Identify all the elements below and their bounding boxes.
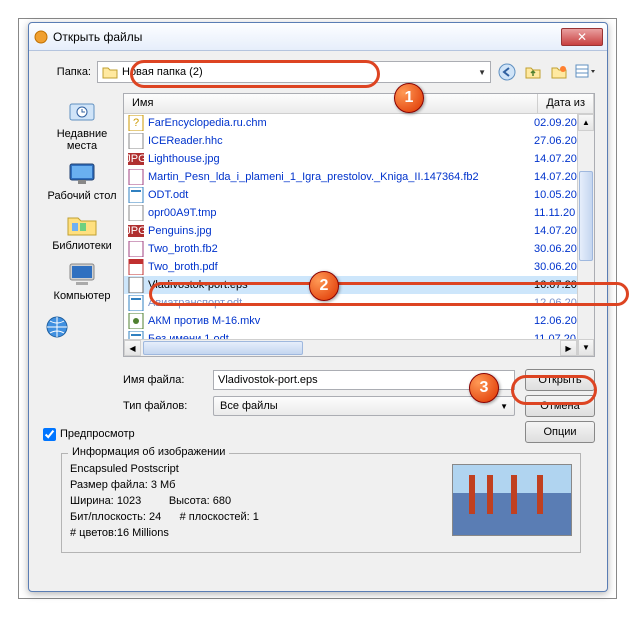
open-file-dialog: Открыть файлы ✕ Папка: Новая папка (2) ▼ (28, 22, 608, 592)
folder-name: Новая папка (2) (122, 66, 203, 78)
file-icon: JPG (128, 151, 144, 167)
horizontal-scrollbar[interactable]: ◀▶ (124, 339, 577, 356)
up-button[interactable] (523, 62, 543, 82)
file-name: Two_broth.fb2 (148, 243, 534, 255)
file-name: ICEReader.hhc (148, 135, 534, 147)
places-bar: Недавние места Рабочий стол Библиотеки К… (41, 93, 123, 357)
close-button[interactable]: ✕ (561, 28, 603, 46)
chevron-down-icon: ▼ (500, 402, 508, 411)
file-row[interactable]: ?FarEncyclopedia.ru.chm02.09.20 (124, 114, 594, 132)
file-name: Two_broth.pdf (148, 261, 534, 273)
callout-2: 2 (309, 271, 339, 301)
list-header[interactable]: Имя Дата из (124, 94, 594, 114)
folder-icon (102, 65, 118, 79)
place-computer[interactable]: Компьютер (43, 257, 121, 305)
file-row[interactable]: Two_broth.pdf30.06.20 (124, 258, 594, 276)
file-icon (128, 169, 144, 185)
file-name: Lighthouse.jpg (148, 153, 534, 165)
place-recent[interactable]: Недавние места (43, 95, 121, 155)
file-name: opr00A9T.tmp (148, 207, 534, 219)
file-row[interactable]: ODT.odt10.05.20 (124, 186, 594, 204)
file-icon (128, 205, 144, 221)
file-row[interactable]: АКМ против М-16.mkv12.06.20 (124, 312, 594, 330)
col-date[interactable]: Дата из (538, 94, 594, 113)
file-name: Авиатранспорт.odt (148, 297, 534, 309)
file-icon (128, 259, 144, 275)
col-name[interactable]: Имя (124, 94, 538, 113)
back-button[interactable] (497, 62, 517, 82)
file-name: FarEncyclopedia.ru.chm (148, 117, 534, 129)
app-icon (33, 29, 49, 45)
file-row[interactable]: Авиатранспорт.odt12.06.20 (124, 294, 594, 312)
file-name: ODT.odt (148, 189, 534, 201)
info-title: Информация об изображении (68, 446, 229, 458)
file-name: Martin_Pesn_lda_i_plameni_1_Igra_prestol… (148, 171, 534, 183)
image-info-group: Информация об изображении Encapsuled Pos… (61, 453, 581, 553)
file-icon (128, 133, 144, 149)
file-icon (128, 313, 144, 329)
file-name: Vladivostok-port.eps (148, 279, 534, 291)
file-row[interactable]: Martin_Pesn_lda_i_plameni_1_Igra_prestol… (124, 168, 594, 186)
place-network[interactable] (41, 307, 123, 341)
file-row[interactable]: JPGLighthouse.jpg14.07.20 (124, 150, 594, 168)
filetype-combo[interactable]: Все файлы ▼ (213, 396, 515, 416)
new-folder-button[interactable] (549, 62, 569, 82)
filetype-label: Тип файлов: (123, 400, 203, 412)
window-title: Открыть файлы (53, 30, 561, 44)
file-row[interactable]: opr00A9T.tmp11.11.20 (124, 204, 594, 222)
place-libraries[interactable]: Библиотеки (43, 207, 121, 255)
folder-combo[interactable]: Новая папка (2) ▼ (97, 61, 491, 83)
view-menu-button[interactable] (575, 62, 595, 82)
file-icon (128, 295, 144, 311)
file-list: Имя Дата из ?FarEncyclopedia.ru.chm02.09… (123, 93, 595, 357)
file-icon (128, 187, 144, 203)
file-icon: JPG (128, 223, 144, 239)
preview-checkbox[interactable] (43, 428, 56, 441)
file-name: Penguins.jpg (148, 225, 534, 237)
cancel-button[interactable]: Отмена (525, 395, 595, 417)
preview-label: Предпросмотр (60, 428, 135, 440)
callout-1: 1 (394, 83, 424, 113)
svg-text:JPG: JPG (128, 153, 144, 165)
filename-label: Имя файла: (123, 374, 203, 386)
file-name: АКМ против М-16.mkv (148, 315, 534, 327)
folder-label: Папка: (41, 66, 97, 78)
place-desktop[interactable]: Рабочий стол (43, 157, 121, 205)
svg-text:JPG: JPG (128, 225, 144, 237)
preview-thumbnail (452, 464, 572, 536)
titlebar[interactable]: Открыть файлы ✕ (29, 23, 607, 51)
vertical-scrollbar[interactable]: ▲▼ (577, 114, 594, 356)
svg-text:?: ? (133, 117, 139, 129)
options-button[interactable]: Опции (525, 421, 595, 443)
file-icon (128, 277, 144, 293)
file-icon (128, 241, 144, 257)
file-icon: ? (128, 115, 144, 131)
callout-3: 3 (469, 373, 499, 403)
file-row[interactable]: JPGPenguins.jpg14.07.20 (124, 222, 594, 240)
file-row[interactable]: Two_broth.fb230.06.20 (124, 240, 594, 258)
dropdown-arrow-icon: ▼ (478, 68, 486, 77)
file-row[interactable]: ICEReader.hhc27.06.20 (124, 132, 594, 150)
open-button[interactable]: Открыть (525, 369, 595, 391)
file-row[interactable]: Vladivostok-port.eps16.07.20 (124, 276, 594, 294)
